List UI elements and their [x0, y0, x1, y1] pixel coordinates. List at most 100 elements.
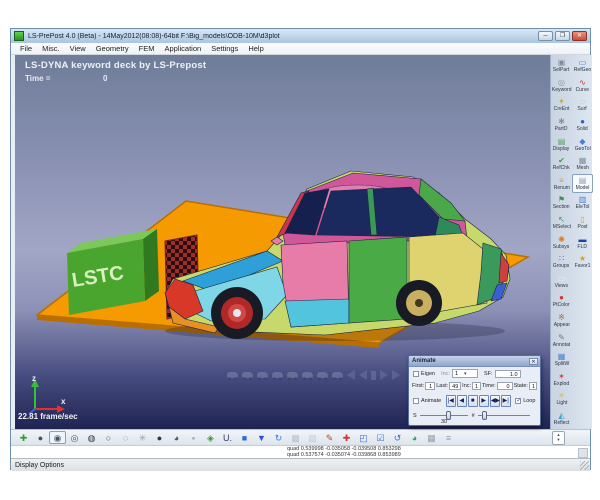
menu-misc[interactable]: Misc.	[37, 44, 65, 53]
title-bar[interactable]: LS-PrePost 4.0 (Beta) - 14May2012(08:08)…	[11, 29, 590, 44]
sidebar-keyword-button[interactable]: ◎ Keyword	[551, 76, 572, 96]
thick-shell-icon[interactable]: ◕	[168, 431, 185, 444]
sidebar-display-button[interactable]: ▤ Display	[551, 134, 572, 154]
close-button[interactable]: ✕	[572, 31, 587, 41]
frame-slider[interactable]	[477, 411, 530, 420]
sidebar-fld-button[interactable]: ▬ FLD	[572, 232, 593, 252]
menu-fem[interactable]: FEM	[134, 44, 160, 53]
sidebar-appear-button[interactable]: ※ Appear	[551, 311, 572, 331]
sidebar-section-button[interactable]: ⚑ Section	[551, 193, 572, 213]
animate-checkbox[interactable]	[413, 398, 419, 404]
part-filter-icon[interactable]: ▼	[253, 431, 270, 444]
menu-help[interactable]: Help	[243, 44, 268, 53]
active-window-icon[interactable]: ■	[236, 431, 253, 444]
eigen-checkbox[interactable]	[413, 370, 419, 377]
front-door-lower[interactable]	[284, 298, 350, 328]
inc-dropdown[interactable]: 1	[451, 369, 478, 378]
render-globe-icon[interactable]: ◕	[406, 431, 423, 444]
sidebar-surf-button[interactable]: ▱ Surf	[572, 95, 593, 115]
sidebar-ptcolor-button[interactable]: ● PtColor	[551, 291, 572, 311]
first-field[interactable]: 1	[425, 382, 436, 390]
sidebar-renum-button[interactable]: ≡ Renum	[551, 174, 572, 194]
menu-view[interactable]: View	[65, 44, 91, 53]
sidebar-creent-button[interactable]: ✦ CreEnt	[551, 95, 572, 115]
zoom-select-icon[interactable]: ◰	[355, 431, 372, 444]
sidebar-explod-button[interactable]: ✶ Explod	[551, 370, 572, 390]
prev-frame-button[interactable]: ◀	[456, 395, 467, 407]
inactive-tool-2-icon[interactable]: ▨	[304, 431, 321, 444]
feature-edge-icon[interactable]: ○	[100, 431, 117, 444]
state-field[interactable]: 1	[528, 382, 537, 390]
inc-field[interactable]: 1	[472, 382, 482, 390]
animate-dialog-close-icon[interactable]: ✕	[529, 357, 538, 365]
check-edit-icon[interactable]: ☑	[372, 431, 389, 444]
first-frame-button[interactable]: |◀	[445, 395, 456, 407]
screenshot-icon[interactable]: ▦	[423, 431, 440, 444]
sidebar-favor1-button[interactable]: ★ Favor1	[572, 252, 593, 272]
bottom-toolbar: ✚ ● ◉ ◎ ◍ ○ ◌ ✳ ● ◕ ◦ ◈ U. ■ ▼ ↻ ▩ ▨ ✎ ✚…	[11, 429, 590, 445]
right-toolbar-left-column: ▣ SelPart ◎ Keyword ✦ CreEnt ✱ PartD ▤ D…	[551, 56, 572, 428]
sidebar-subsys-button[interactable]: ✺ Subsys	[551, 232, 572, 252]
add-view-icon[interactable]: ✚	[338, 431, 355, 444]
sidebar-refgeo-button[interactable]: ▭ RefGeo	[572, 56, 593, 76]
last-frame-button[interactable]: ▶|	[500, 395, 511, 407]
sidebar-partd-button[interactable]: ✱ PartD	[551, 115, 572, 135]
smooth-shade-icon[interactable]: ●	[32, 431, 49, 444]
sidebar-mesh-button[interactable]: ▦ Mesh	[572, 154, 593, 174]
sidebar-button-icon: ▭	[578, 58, 587, 68]
orientation-compass-icon[interactable]: ◈	[202, 431, 219, 444]
view-refresh-icon[interactable]: ↻	[270, 431, 287, 444]
menu-application[interactable]: Application	[160, 44, 207, 53]
menu-file[interactable]: File	[15, 44, 37, 53]
menu-settings[interactable]: Settings	[206, 44, 243, 53]
sidebar-reflect-button[interactable]: ◭ Reflect	[551, 409, 572, 429]
normals-icon[interactable]: ✳	[134, 431, 151, 444]
state-spinner[interactable]: ▲ ▼	[552, 431, 565, 445]
rear-wheel[interactable]	[396, 280, 442, 326]
loop-checkbox[interactable]	[515, 398, 522, 404]
resize-grip[interactable]	[580, 461, 589, 470]
sidebar-curve-button[interactable]: ∿ Curve	[572, 76, 593, 96]
hidden-line-icon[interactable]: ◍	[83, 431, 100, 444]
sidebar-mselect-button[interactable]: ↖ MSelect	[551, 213, 572, 233]
sidebar-annotat-button[interactable]: ✎ Annotat	[551, 330, 572, 350]
units-icon[interactable]: U.	[219, 431, 236, 444]
sidebar-button-icon: ✔	[558, 156, 565, 166]
shaded-edge-icon[interactable]: ◉	[49, 431, 66, 444]
state-history-icon[interactable]: ↺	[389, 431, 406, 444]
minimize-button[interactable]: ─	[538, 31, 553, 41]
sidebar-refchk-button[interactable]: ✔ RefChk	[551, 154, 572, 174]
sidebar-views-button[interactable]: ▭ Views	[551, 272, 572, 292]
mesh-lines-icon[interactable]: ◌	[117, 431, 134, 444]
wireframe-icon[interactable]: ◎	[66, 431, 83, 444]
sidebar-splitw-button[interactable]: ▦ SplitW	[551, 350, 572, 370]
node-display-icon[interactable]: ◦	[185, 431, 202, 444]
animate-dialog-titlebar[interactable]: Animate ✕	[409, 356, 540, 367]
front-wheel[interactable]	[211, 287, 263, 339]
sidebar-solid-button[interactable]: ● Solid	[572, 115, 593, 135]
sidebar-post-button[interactable]: ▯ Post	[572, 213, 593, 233]
annotate-pencil-icon[interactable]: ✎	[321, 431, 338, 444]
menu-geometry[interactable]: Geometry	[91, 44, 134, 53]
stop-button[interactable]: ■	[467, 395, 478, 407]
sidebar-eletol-button[interactable]: ▥ EleTol	[572, 193, 593, 213]
sf-field[interactable]: 1.0	[494, 369, 521, 378]
list-icon[interactable]: ≡	[440, 431, 457, 444]
play-button[interactable]: ▶	[478, 395, 489, 407]
bounce-button[interactable]: ◀▶	[489, 395, 500, 407]
sidebar-light-button[interactable]: ☀ Light	[551, 389, 572, 409]
screenshot-root: LS-PrePost 4.0 (Beta) - 14May2012(08:08)…	[0, 0, 600, 500]
animate-dialog[interactable]: Animate ✕ Eigen Inc: 1 SF: 1.0 First: 1 …	[408, 355, 541, 426]
maximize-button[interactable]: ❐	[555, 31, 570, 41]
sidebar-groups-button[interactable]: ∷ Groups	[551, 252, 572, 272]
sidebar-model-button[interactable]: ▤ Model	[572, 173, 593, 194]
model-axes-icon[interactable]: ✚	[15, 431, 32, 444]
dialog-time-field[interactable]: 0	[496, 382, 513, 390]
last-field[interactable]: 49	[449, 382, 462, 390]
frame-slider-handle[interactable]	[481, 411, 487, 420]
sidebar-selpart-button[interactable]: ▣ SelPart	[551, 56, 572, 76]
sidebar-button-icon: ⚑	[557, 195, 566, 205]
sidebar-geotol-button[interactable]: ◆ GeoTol	[572, 134, 593, 154]
shrink-element-icon[interactable]: ●	[151, 431, 168, 444]
inactive-tool-icon[interactable]: ▩	[287, 431, 304, 444]
